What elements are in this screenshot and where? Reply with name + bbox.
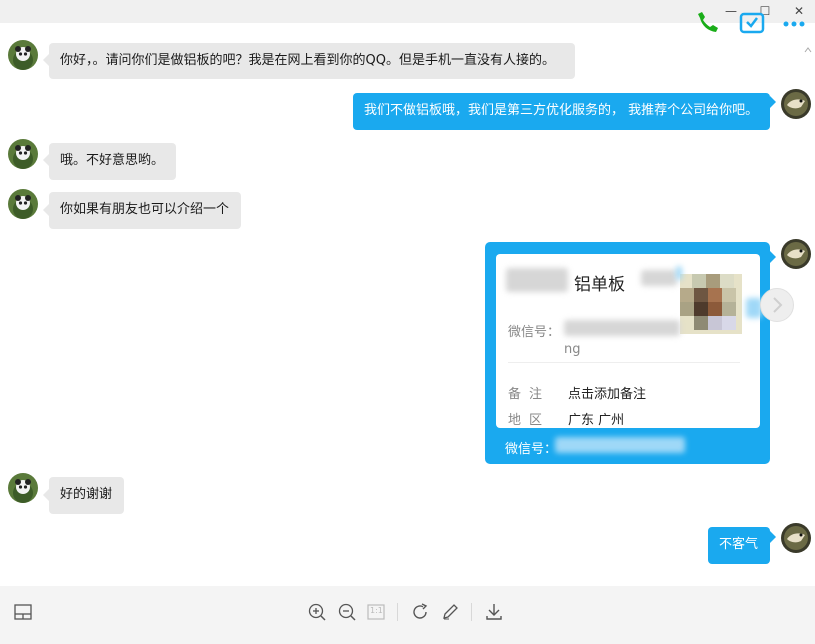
bubble-tail [770,96,776,108]
contact-avatar[interactable] [8,473,38,503]
zoom-out-icon[interactable] [337,602,357,622]
image-viewer-toolbar: 1:1 [0,586,815,644]
my-avatar[interactable] [781,239,811,269]
zoom-in-icon[interactable] [307,602,327,622]
message-bubble-incoming[interactable]: 哦。不好意思哟。 [49,143,176,180]
message-bubble-outgoing[interactable]: 我们不做铝板哦，我们是第三方优化服务的， 我推荐个公司给你吧。 [353,93,770,130]
wechat-id-tail: ng [564,342,581,357]
contact-avatar[interactable] [8,40,38,70]
card-next-arrow[interactable] [760,288,794,322]
redacted-name [641,270,677,286]
contact-avatar[interactable] [8,189,38,219]
redacted-wechat-id [564,320,680,336]
contact-card-name: 铝单板 [574,275,625,295]
edit-icon[interactable] [440,602,460,622]
bubble-tail [770,531,776,543]
contact-card-message[interactable]: 铝单板 微信号： ng 备注 点击添加备注 地区 广东 广州 微信号： [485,242,770,464]
message-bubble-incoming[interactable]: 好的谢谢 [49,477,124,514]
region-label: 地区 [508,413,551,428]
divider [508,362,740,363]
download-icon[interactable] [484,602,504,622]
bubble-tail [770,251,776,263]
rotate-icon[interactable] [410,602,430,622]
wechat-id-label: 微信号： [508,325,561,340]
remark-label: 备注 [508,387,551,402]
message-bubble-incoming[interactable]: 你好，。请问你们是做铝板的吧？我是在网上看到你的QQ。但是手机一直没有人接的。 [49,43,575,79]
minimize-button[interactable]: — [724,4,738,18]
actual-size-label: 1:1 [370,606,383,615]
contact-card-body[interactable]: 铝单板 微信号： ng 备注 点击添加备注 地区 广东 广州 [496,254,762,428]
message-bubble-outgoing[interactable]: 不客气 [708,527,770,564]
remark-value[interactable]: 点击添加备注 [568,383,646,402]
region-value: 广东 广州 [568,413,625,428]
my-avatar[interactable] [781,89,811,119]
video-call-icon[interactable] [739,8,765,34]
redacted-wechat-id [555,437,685,453]
more-icon[interactable] [782,8,806,30]
layout-icon[interactable] [13,602,33,622]
redacted-name [506,268,568,292]
contact-avatar[interactable] [8,139,38,169]
redacted-detail [676,266,682,280]
message-list[interactable]: 你好，。请问你们是做铝板的吧？我是在网上看到你的QQ。但是手机一直没有人接的。 … [0,12,815,586]
my-avatar[interactable] [781,523,811,553]
message-bubble-incoming[interactable]: 你如果有朋友也可以介绍一个 [49,192,241,229]
toolbar-divider [397,603,398,621]
toolbar-divider [471,603,472,621]
scroll-indicator[interactable] [804,39,812,53]
contact-card-photo [680,274,742,334]
card-footer-wechat-label: 微信号： [505,442,558,457]
voice-call-icon[interactable] [696,8,720,34]
actual-size-icon[interactable]: 1:1 [366,602,386,622]
window-titlebar: — ☐ ✕ [0,0,815,23]
